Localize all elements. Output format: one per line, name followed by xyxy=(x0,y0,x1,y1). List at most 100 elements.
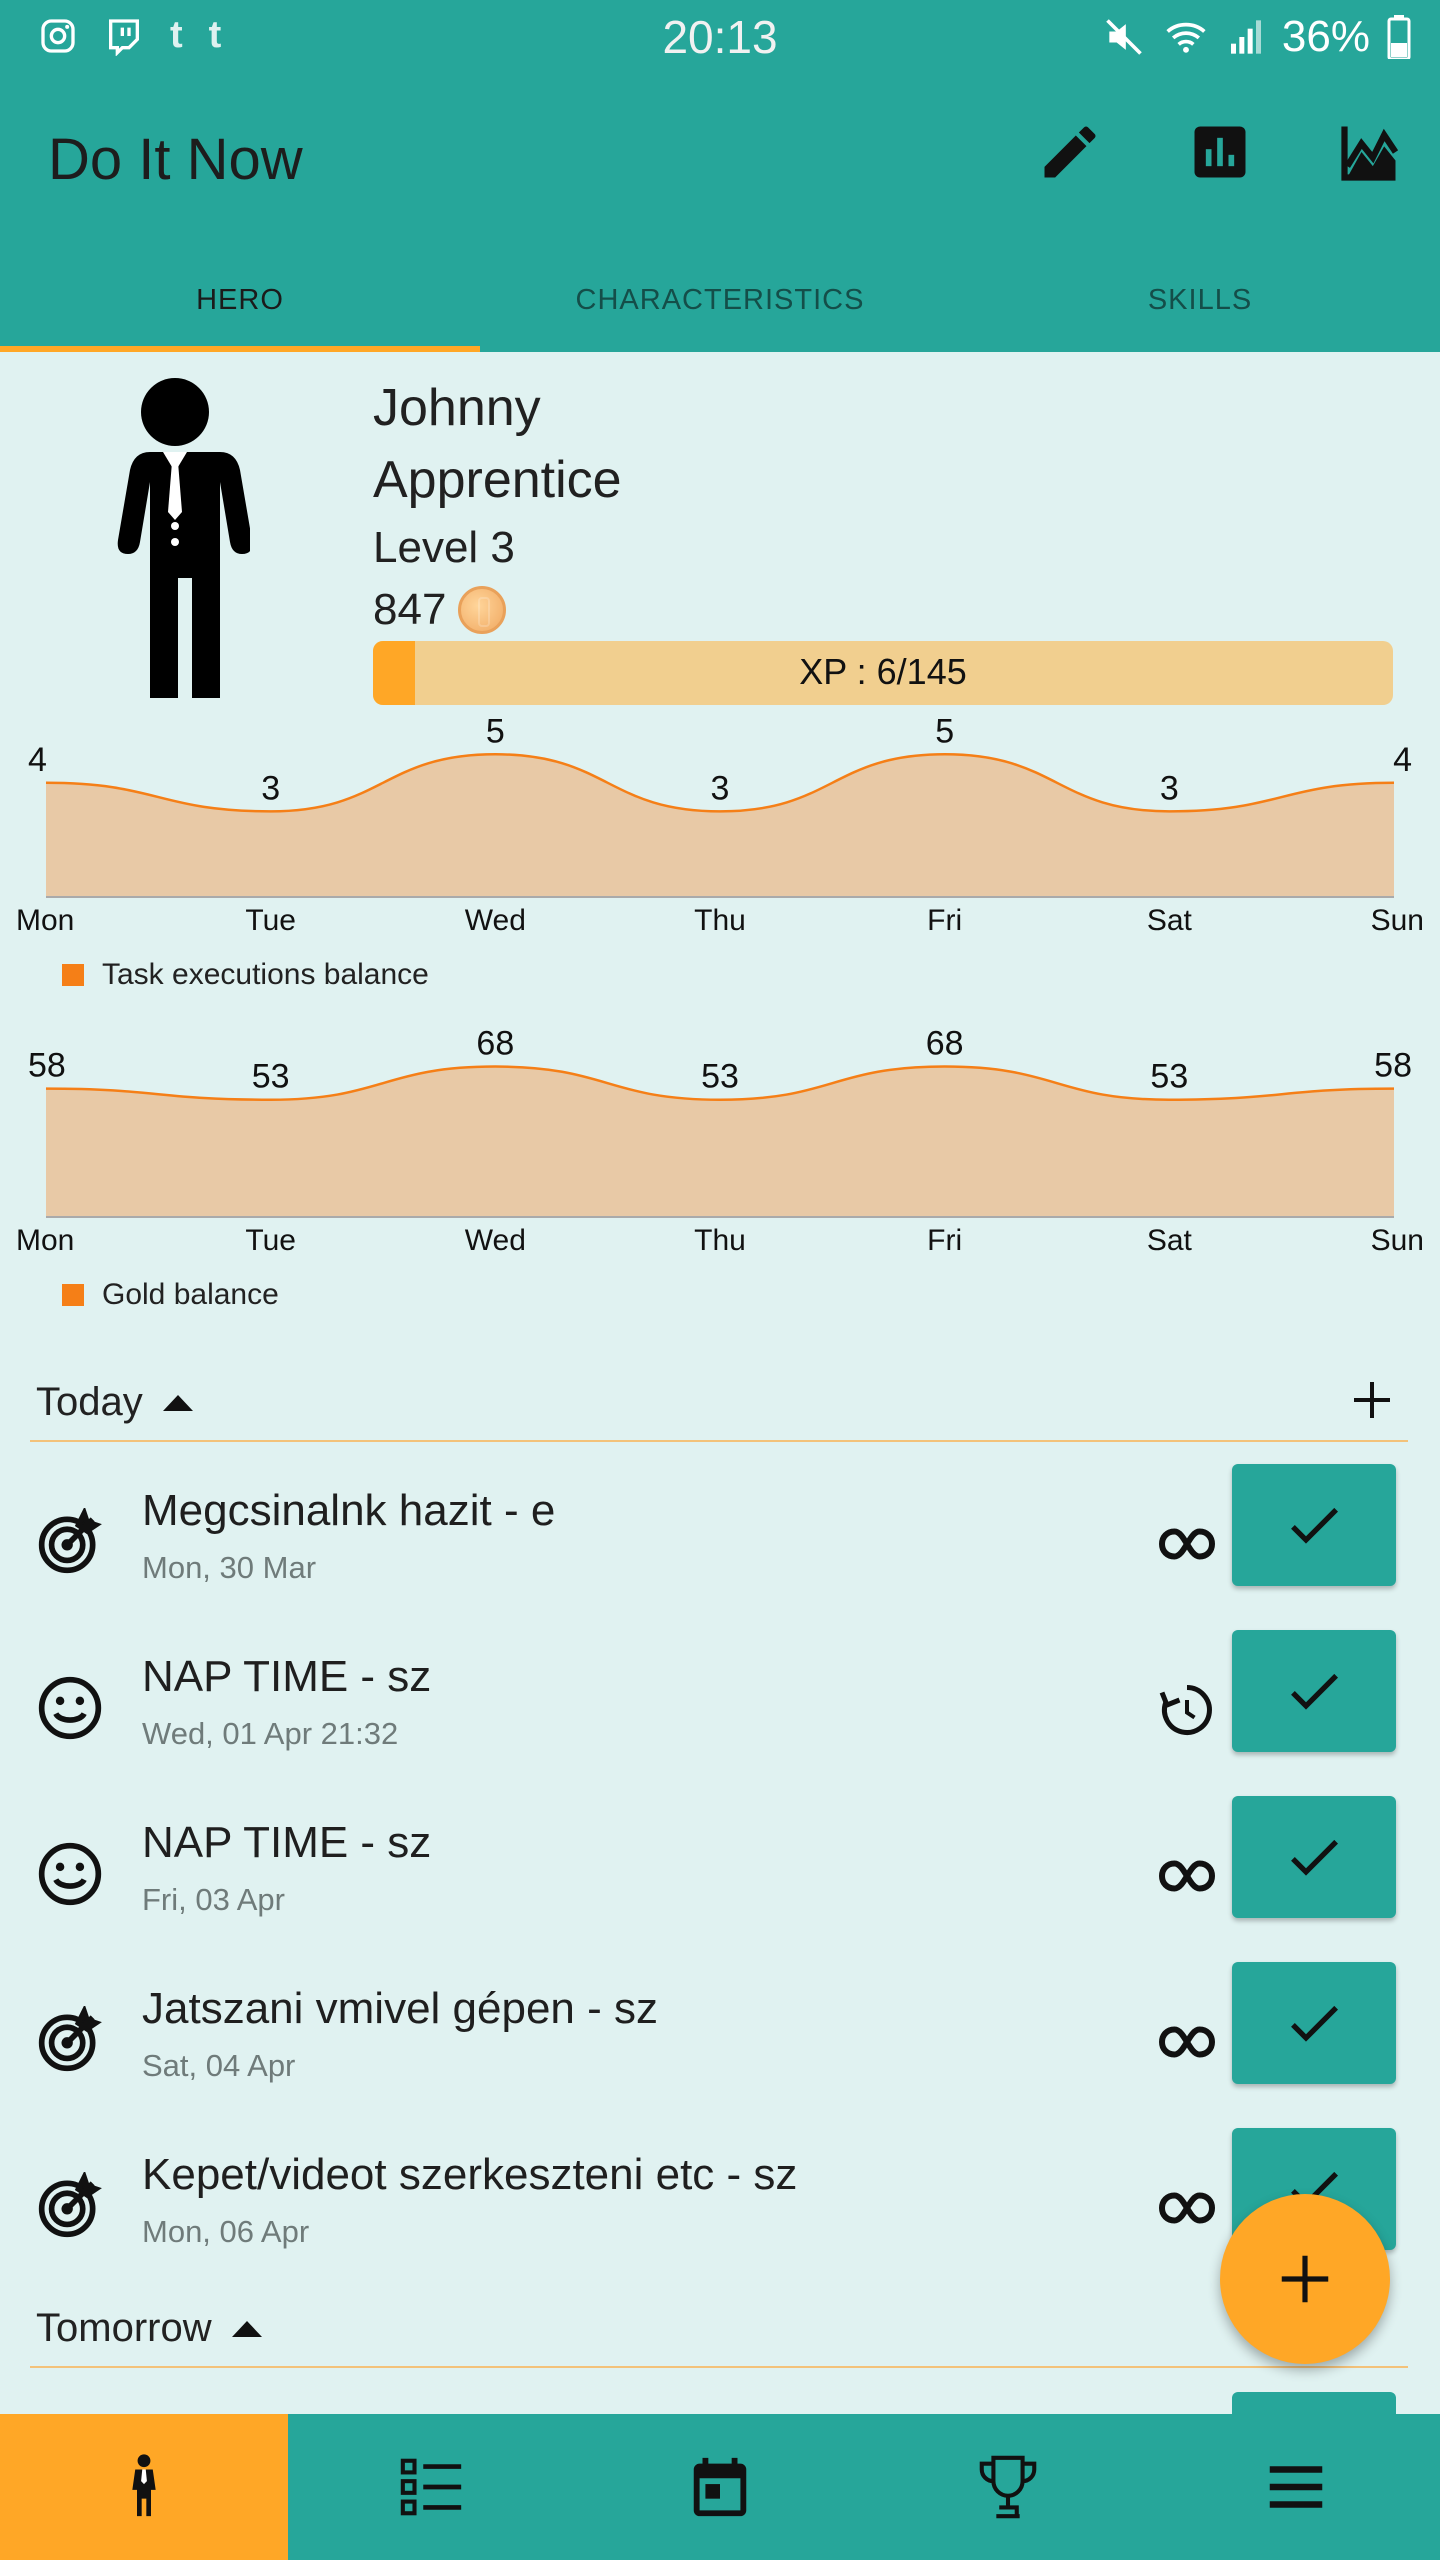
gold-amount: 847 xyxy=(373,585,447,634)
section-header-tomorrow[interactable]: Tomorrow xyxy=(30,2296,1408,2368)
hero-icon xyxy=(132,2454,156,2517)
collapse-arrow-icon[interactable] xyxy=(162,1394,193,1411)
task-date: Wed, 01 Apr 21:32 xyxy=(142,1716,399,1751)
x-tick-label: Sun xyxy=(1371,1224,1424,1257)
app-bar: Do It Now xyxy=(0,76,1440,252)
section-title-tomorrow[interactable]: Tomorrow xyxy=(36,2306,262,2351)
nav-achievements[interactable] xyxy=(864,2414,1152,2560)
section-header-today[interactable]: Today xyxy=(30,1370,1408,1442)
data-label: 68 xyxy=(476,1025,514,1063)
mute-icon xyxy=(1106,19,1142,55)
section-label: Today xyxy=(36,1380,143,1424)
nav-calendar[interactable] xyxy=(576,2414,864,2560)
system-status: 36% xyxy=(1102,12,1412,62)
complete-task-button[interactable] xyxy=(1232,1796,1396,1918)
task-name: NAP TIME - sz xyxy=(142,1818,432,1867)
task-list-icon xyxy=(400,2458,462,2516)
app-title: Do It Now xyxy=(48,127,303,192)
hero-gold: 847 xyxy=(373,580,622,640)
xp-progress-bar: XP : 6/145 xyxy=(373,641,1393,705)
legend-swatch xyxy=(62,964,84,986)
legend-label: Task executions balance xyxy=(102,958,429,991)
section-title-today[interactable]: Today xyxy=(36,1380,193,1425)
menu-icon xyxy=(1269,2466,1323,2508)
task-name: NAP TIME - sz xyxy=(142,1652,432,1701)
add-fab-button[interactable] xyxy=(1220,2194,1390,2364)
x-tick-label: Fri xyxy=(927,1224,962,1257)
data-label: 58 xyxy=(1374,1047,1412,1085)
task-executions-chart: 4 Mon 3 Tue 5 Wed 3 Thu 5 Fri 3 Sat 4 Sun Task execut… xyxy=(0,700,1440,991)
hero-name: Johnny xyxy=(373,379,541,437)
line-chart-icon[interactable] xyxy=(1336,118,1404,186)
check-icon xyxy=(1291,1507,1338,1544)
data-label: 3 xyxy=(711,769,730,807)
hero-rank: Apprentice xyxy=(373,451,622,509)
infinity-icon xyxy=(1158,1528,1216,1560)
x-tick-label: Tue xyxy=(245,1224,296,1257)
add-task-icon[interactable] xyxy=(1348,1376,1396,1424)
x-tick-label: Wed xyxy=(465,904,526,937)
complete-task-button[interactable] xyxy=(1232,2392,1396,2414)
edit-icon[interactable] xyxy=(1036,118,1104,186)
data-label: 53 xyxy=(1150,1058,1188,1096)
data-label: 53 xyxy=(701,1058,739,1096)
data-label: 53 xyxy=(252,1058,290,1096)
battery-icon xyxy=(1387,15,1411,59)
collapse-arrow-icon[interactable] xyxy=(231,2320,262,2337)
data-label: 5 xyxy=(935,712,954,750)
xp-label: XP : 6/145 xyxy=(799,651,967,692)
task-row[interactable]: NAP TIME - sz Fri, 03 Apr xyxy=(0,1796,1440,1962)
tab-hero[interactable]: HERO xyxy=(0,252,480,352)
history-icon xyxy=(1159,1685,1212,1735)
check-icon xyxy=(1291,2005,1338,2042)
legend-swatch xyxy=(62,1284,84,1306)
smiley-icon xyxy=(38,1676,102,1740)
data-label: 4 xyxy=(28,741,47,779)
task-date: Mon, 06 Apr xyxy=(142,2214,310,2249)
x-tick-label: Wed xyxy=(465,1224,526,1257)
task-row[interactable]: NAP TIME - sz Wed, 01 Apr 21:32 xyxy=(0,1630,1440,1796)
task-name: Jatszani vmivel gépen - sz xyxy=(142,1984,658,2033)
complete-task-button[interactable] xyxy=(1232,1962,1396,2084)
data-label: 68 xyxy=(926,1025,964,1063)
hero-level: Level 3 xyxy=(373,523,515,572)
wifi-icon xyxy=(1166,22,1206,53)
task-executions-chart-svg: 4 Mon 3 Tue 5 Wed 3 Thu 5 Fri 3 Sat 4 Sun xyxy=(16,712,1424,937)
data-label: 5 xyxy=(486,712,505,750)
tab-characteristics[interactable]: CHARACTERISTICS xyxy=(480,252,960,352)
hero-info: Johnny Apprentice Level 3 847 xyxy=(373,372,622,640)
x-tick-label: Sun xyxy=(1371,904,1424,937)
x-tick-label: Thu xyxy=(694,904,746,937)
check-icon xyxy=(1291,1839,1338,1876)
status-bar: t t 20:13 36% xyxy=(0,0,1440,76)
gold-balance-chart: 58 Mon 53 Tue 68 Wed 53 Thu 68 Fri 53 Sat 58 Sun Gold… xyxy=(0,1020,1440,1311)
bottom-navigation xyxy=(0,2414,1440,2560)
chart-legend: Gold balance xyxy=(62,1278,279,1312)
app-bar-actions xyxy=(1036,118,1404,186)
infinity-icon xyxy=(1158,2026,1216,2058)
hero-avatar-icon xyxy=(117,378,250,698)
x-tick-label: Mon xyxy=(16,904,74,937)
calendar-icon xyxy=(693,2457,747,2517)
tab-bar: HERO CHARACTERISTICS SKILLS xyxy=(0,252,1440,352)
task-date: Fri, 03 Apr xyxy=(142,1882,285,1917)
target-icon xyxy=(38,1508,102,1574)
nav-menu[interactable] xyxy=(1152,2414,1440,2560)
complete-task-button[interactable] xyxy=(1232,1464,1396,1586)
section-label: Tomorrow xyxy=(36,2306,212,2350)
bar-chart-icon[interactable] xyxy=(1186,118,1254,186)
tab-skills[interactable]: SKILLS xyxy=(960,252,1440,352)
task-row[interactable]: Jatszani vmivel gépen - sz Sat, 04 Apr xyxy=(0,1962,1440,2128)
data-label: 3 xyxy=(261,769,280,807)
complete-task-button[interactable] xyxy=(1232,1630,1396,1752)
nav-hero[interactable] xyxy=(0,2414,288,2560)
data-label: 4 xyxy=(1393,741,1412,779)
nav-tasks[interactable] xyxy=(288,2414,576,2560)
x-tick-label: Fri xyxy=(927,904,962,937)
task-row[interactable]: Megcsinalnk hazit - e Mon, 30 Mar xyxy=(0,1464,1440,1630)
x-tick-label: Tue xyxy=(245,904,296,937)
gold-balance-chart-svg: 58 Mon 53 Tue 68 Wed 53 Thu 68 Fri 53 Sat 58 Sun xyxy=(16,1025,1424,1257)
infinity-icon xyxy=(1158,1860,1216,1892)
gold-coin-icon xyxy=(458,586,507,634)
x-tick-label: Sat xyxy=(1147,1224,1193,1257)
